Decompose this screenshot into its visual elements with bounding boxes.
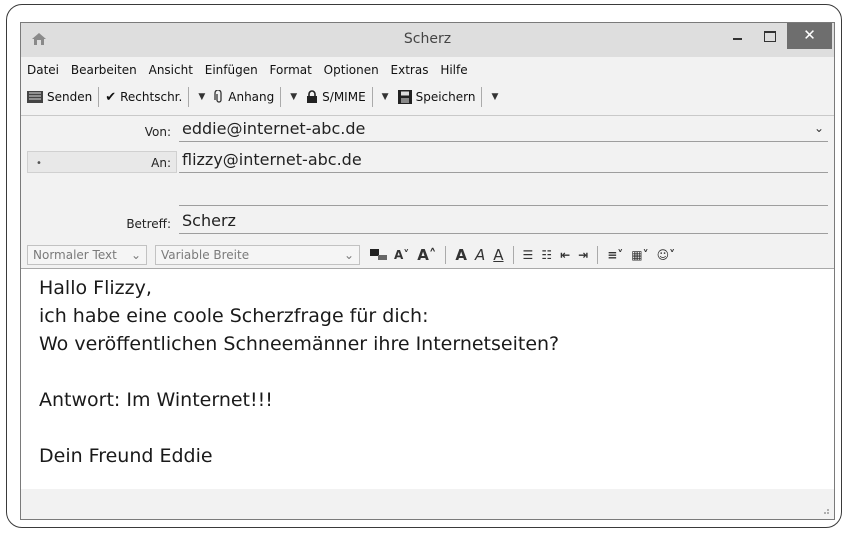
text-color-icon[interactable] [368, 247, 390, 263]
toolbar: Senden ✔ Rechtschr. ▼ Anhang ▼ S/MIME ▼ [27, 85, 501, 109]
toolbar-divider [188, 87, 190, 107]
body-line-signature: Dein Freund Eddie [39, 445, 213, 467]
toolbar-divider [280, 87, 282, 107]
menu-extras[interactable]: Extras [391, 63, 429, 77]
from-label: Von: [144, 125, 171, 139]
attach-label: Anhang [228, 90, 275, 104]
toolbar-divider [481, 87, 483, 107]
menu-ansicht[interactable]: Ansicht [149, 63, 193, 77]
menu-bearbeiten[interactable]: Bearbeiten [71, 63, 137, 77]
spellcheck-dropdown-icon[interactable]: ▼ [198, 92, 205, 102]
from-field[interactable]: eddie@internet-abc.de [179, 119, 828, 142]
subject-field[interactable]: Scherz [179, 211, 828, 234]
toolbar-divider [371, 87, 373, 107]
outdent-icon[interactable]: ⇤ [560, 248, 570, 262]
font-select[interactable]: Variable Breite ⌄ [155, 245, 360, 265]
attach-dropdown-icon[interactable]: ▼ [290, 92, 297, 102]
paperclip-icon [214, 90, 222, 103]
resize-grip-icon[interactable] [820, 505, 830, 515]
spellcheck-label: Rechtschr. [120, 90, 183, 104]
maximize-icon [764, 31, 776, 42]
align-icon[interactable]: ≡˅ [607, 248, 623, 262]
lock-icon [307, 90, 318, 103]
format-divider [445, 246, 447, 264]
format-divider [512, 246, 514, 264]
send-button[interactable]: Senden [27, 90, 92, 104]
menu-datei[interactable]: Datei [27, 63, 59, 77]
chevron-down-icon: ⌄ [343, 248, 354, 262]
body-line-greeting: Hallo Flizzy, [39, 277, 152, 299]
underline-icon[interactable]: A [493, 246, 503, 264]
title-bar[interactable]: Scherz ✕ [21, 23, 834, 57]
menu-hilfe[interactable]: Hilfe [440, 63, 467, 77]
body-line-question: Wo veröffentlichen Schneemänner ihre Int… [39, 333, 560, 355]
floppy-icon [397, 90, 412, 104]
larger-font-icon[interactable]: A˄ [417, 246, 436, 264]
bullet-list-icon[interactable]: ☰ [523, 248, 534, 262]
numbered-list-icon[interactable]: ☷ [541, 248, 552, 262]
paragraph-style-select[interactable]: Normaler Text ⌄ [27, 245, 147, 265]
subject-label: Betreff: [126, 217, 171, 231]
smime-button[interactable]: S/MIME [306, 90, 366, 104]
menu-bar: Datei Bearbeiten Ansicht Einfügen Format… [27, 63, 476, 81]
save-label: Speichern [415, 90, 476, 104]
chevron-down-icon[interactable]: ⌄ [814, 121, 824, 135]
compose-window: Scherz ✕ Datei Bearbeiten Ansicht Einfüg… [20, 22, 835, 520]
menu-optionen[interactable]: Optionen [324, 63, 379, 77]
maximize-button[interactable] [754, 23, 786, 49]
font-value: Variable Breite [161, 248, 250, 262]
minimize-button[interactable] [722, 23, 754, 49]
checkmark-icon: ✔ [105, 89, 117, 105]
to-field[interactable]: flizzy@internet-abc.de [179, 150, 828, 173]
to-label: An: [151, 156, 171, 170]
close-button[interactable]: ✕ [787, 23, 832, 49]
empty-recipient-field[interactable] [179, 183, 828, 206]
close-icon: ✕ [803, 26, 816, 44]
format-divider [597, 246, 599, 264]
send-icon [27, 91, 43, 103]
italic-icon[interactable]: A [475, 246, 485, 264]
minimize-icon [733, 38, 742, 40]
send-label: Senden [47, 90, 93, 104]
message-body-editor[interactable]: Hallo Flizzy, ich habe eine coole Scherz… [21, 268, 834, 492]
attach-button[interactable]: Anhang [214, 90, 274, 104]
paragraph-style-value: Normaler Text [33, 248, 117, 262]
window-title: Scherz [403, 31, 452, 47]
menu-einfuegen[interactable]: Einfügen [205, 63, 258, 77]
save-button[interactable]: Speichern [397, 90, 476, 104]
menu-format[interactable]: Format [270, 63, 312, 77]
toolbar-divider [98, 87, 100, 107]
body-line-answer: Antwort: Im Winternet!!! [39, 389, 273, 411]
smiley-icon[interactable]: ☺˅ [657, 248, 676, 262]
bold-icon[interactable]: A [455, 246, 467, 264]
format-toolbar: Normaler Text ⌄ Variable Breite ⌄ A˅ A˄ … [27, 243, 828, 267]
insert-icon[interactable]: ▦˅ [631, 248, 648, 262]
status-bar [21, 489, 834, 519]
header-divider [21, 115, 834, 116]
spellcheck-button[interactable]: ✔ Rechtschr. [105, 90, 182, 105]
smime-label: S/MIME [322, 90, 366, 104]
indent-icon[interactable]: ⇥ [578, 248, 588, 262]
body-line-intro: ich habe eine coole Scherzfrage für dich… [39, 305, 429, 327]
chevron-down-icon: ⌄ [130, 248, 141, 262]
save-dropdown-icon[interactable]: ▼ [491, 92, 498, 102]
smaller-font-icon[interactable]: A˅ [394, 248, 409, 262]
smime-dropdown-icon[interactable]: ▼ [382, 92, 389, 102]
